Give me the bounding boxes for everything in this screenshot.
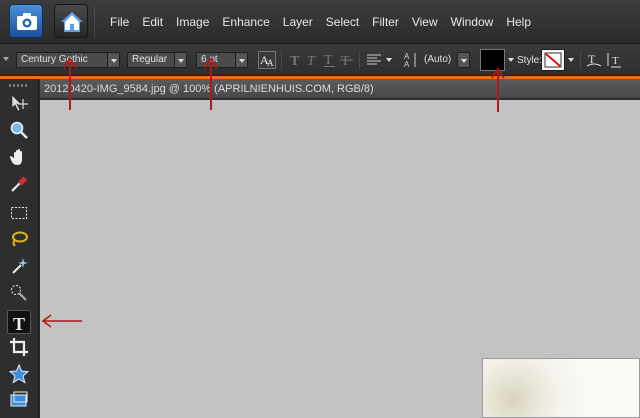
svg-text:A: A [404, 60, 410, 69]
star-shape-icon [7, 364, 31, 384]
menu-help[interactable]: Help [506, 15, 531, 29]
quick-selection-icon [7, 283, 31, 303]
annotation-arrow-type-tool [41, 314, 82, 328]
cookie-cutter-tool-button[interactable] [7, 362, 31, 386]
eyedropper-icon [7, 174, 31, 194]
photo-image [482, 358, 640, 418]
tools-panel: T [0, 79, 39, 418]
magic-wand-tool-button[interactable] [7, 254, 31, 278]
align-left-icon [365, 51, 383, 69]
menu-layer[interactable]: Layer [283, 15, 313, 29]
zoom-tool-button[interactable] [7, 118, 31, 142]
type-tool-icon: T [8, 313, 30, 333]
menu-window[interactable]: Window [451, 15, 494, 29]
leading-dropdown-button[interactable] [457, 52, 470, 68]
faux-bold-button[interactable]: T [287, 51, 305, 69]
straighten-tool-button[interactable] [7, 388, 31, 412]
rectangular-marquee-icon [7, 203, 31, 223]
document-tab[interactable]: 20120420-IMG_9584.jpg @ 100% (APRILNIENH… [40, 79, 640, 99]
menu-filter[interactable]: Filter [372, 15, 399, 29]
italic-t-icon: T [304, 51, 322, 69]
strikethrough-t-icon: T [338, 51, 356, 69]
eyedropper-tool-button[interactable] [7, 172, 31, 196]
crop-tool-button[interactable] [7, 335, 31, 359]
change-orientation-button[interactable]: T [605, 51, 623, 69]
warp-text-button[interactable]: T [585, 51, 603, 69]
options-separator [281, 51, 282, 69]
main-menu: File Edit Image Enhance Layer Select Fil… [110, 15, 544, 29]
marquee-tool-button[interactable] [7, 201, 31, 225]
leading-icon: A A [402, 51, 420, 69]
menu-view[interactable]: View [412, 15, 438, 29]
menu-bar: File Edit Image Enhance Layer Select Fil… [0, 0, 640, 44]
menu-image[interactable]: Image [176, 15, 209, 29]
text-align-dropdown-button[interactable] [383, 52, 396, 68]
svg-text:T: T [307, 54, 316, 69]
bold-t-icon: T [287, 51, 305, 69]
move-tool-button[interactable] [7, 91, 31, 115]
font-family-dropdown-button[interactable] [107, 52, 120, 68]
font-style-select[interactable]: Regular [127, 52, 175, 68]
annotation-arrow-font [63, 57, 77, 110]
organizer-button[interactable] [9, 4, 43, 38]
strikethrough-button[interactable]: T [338, 51, 356, 69]
faux-italic-button[interactable]: T [304, 51, 322, 69]
hand-tool-button[interactable] [7, 145, 31, 169]
hand-tool-icon [7, 147, 31, 167]
panel-grip[interactable] [9, 84, 29, 87]
menu-file[interactable]: File [110, 15, 129, 29]
lasso-icon [7, 229, 31, 249]
straighten-icon [7, 390, 31, 410]
svg-text:A: A [267, 58, 274, 68]
svg-text:T: T [290, 54, 300, 69]
tool-options-bar: Century Gothic Regular 6 pt A A T T T T [0, 44, 640, 76]
zoom-tool-icon [7, 120, 31, 140]
crop-icon [7, 337, 31, 357]
menu-edit[interactable]: Edit [142, 15, 163, 29]
menu-select[interactable]: Select [326, 15, 359, 29]
warp-text-icon: T [585, 51, 603, 69]
annotation-arrow-color [491, 67, 505, 112]
annotation-arrow-size [204, 57, 218, 110]
type-tool-button[interactable]: T [7, 310, 31, 334]
quick-selection-tool-button[interactable] [7, 281, 31, 305]
anti-aliasing-button[interactable]: A A [258, 51, 276, 69]
underline-button[interactable]: T [321, 51, 339, 69]
font-style-dropdown-button[interactable] [174, 52, 187, 68]
move-tool-icon [7, 93, 31, 113]
text-align-button[interactable] [365, 51, 383, 69]
options-separator [359, 51, 360, 69]
lasso-tool-button[interactable] [7, 227, 31, 251]
svg-text:T: T [324, 53, 333, 68]
options-menu-arrow-icon[interactable] [3, 57, 9, 61]
svg-text:T: T [612, 55, 619, 67]
leading-select[interactable]: (Auto) [420, 52, 456, 68]
svg-text:T: T [341, 54, 350, 69]
underline-t-icon: T [321, 51, 339, 69]
options-separator [580, 51, 581, 69]
menu-enhance[interactable]: Enhance [222, 15, 269, 29]
font-family-select[interactable]: Century Gothic [16, 52, 108, 68]
text-style-swatch[interactable] [541, 49, 565, 71]
style-label: Style: [517, 55, 543, 66]
magic-wand-icon [7, 256, 31, 276]
text-style-dropdown-button[interactable] [565, 52, 578, 68]
leading-icon-button: A A [402, 51, 420, 69]
anti-alias-icon: A A [258, 51, 276, 69]
font-size-dropdown-button[interactable] [235, 52, 248, 68]
home-button[interactable] [54, 4, 88, 38]
menu-separator [94, 6, 95, 38]
text-orientation-icon: T [605, 51, 623, 69]
svg-text:T: T [13, 314, 25, 333]
